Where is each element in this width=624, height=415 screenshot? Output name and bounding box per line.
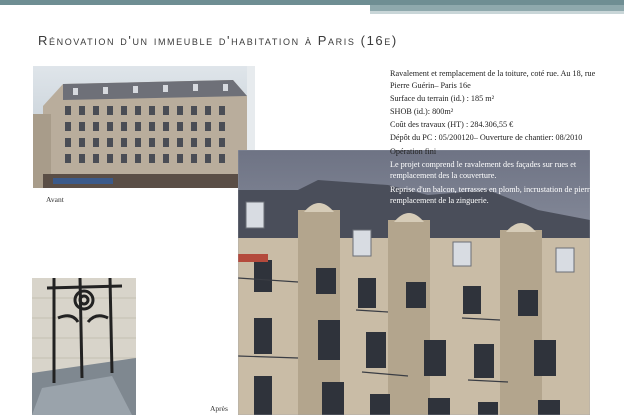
info-shob: SHOB (id.): 800m² — [390, 106, 454, 116]
info-terrain-surface: Surface du terrain (id.) : 185 m² — [390, 93, 495, 103]
header-accent-band-light — [370, 11, 624, 14]
info-status: Opération fini — [390, 146, 437, 156]
info-project-scope: Le projet comprend le ravalement des faç… — [390, 159, 577, 181]
project-info: Ravalement et remplacement de la toiture… — [390, 68, 604, 208]
info-cost: Coût des travaux (HT) : 284.306,55 € — [390, 120, 514, 130]
page-title: Rénovation d'un immeuble d'habitation à … — [38, 33, 398, 48]
info-permit-dates: Dépôt du PC : 05/200120– Ouverture de ch… — [390, 133, 583, 143]
info-balcony-works: Reprise d'un balcon, terrasses en plomb,… — [390, 184, 602, 206]
photo-balcony-detail — [32, 278, 136, 415]
caption-before: Avant — [46, 195, 64, 204]
info-address: Ravalement et remplacement de la toiture… — [390, 69, 596, 90]
caption-after: Après — [210, 404, 228, 413]
photo-before-building — [33, 66, 255, 188]
